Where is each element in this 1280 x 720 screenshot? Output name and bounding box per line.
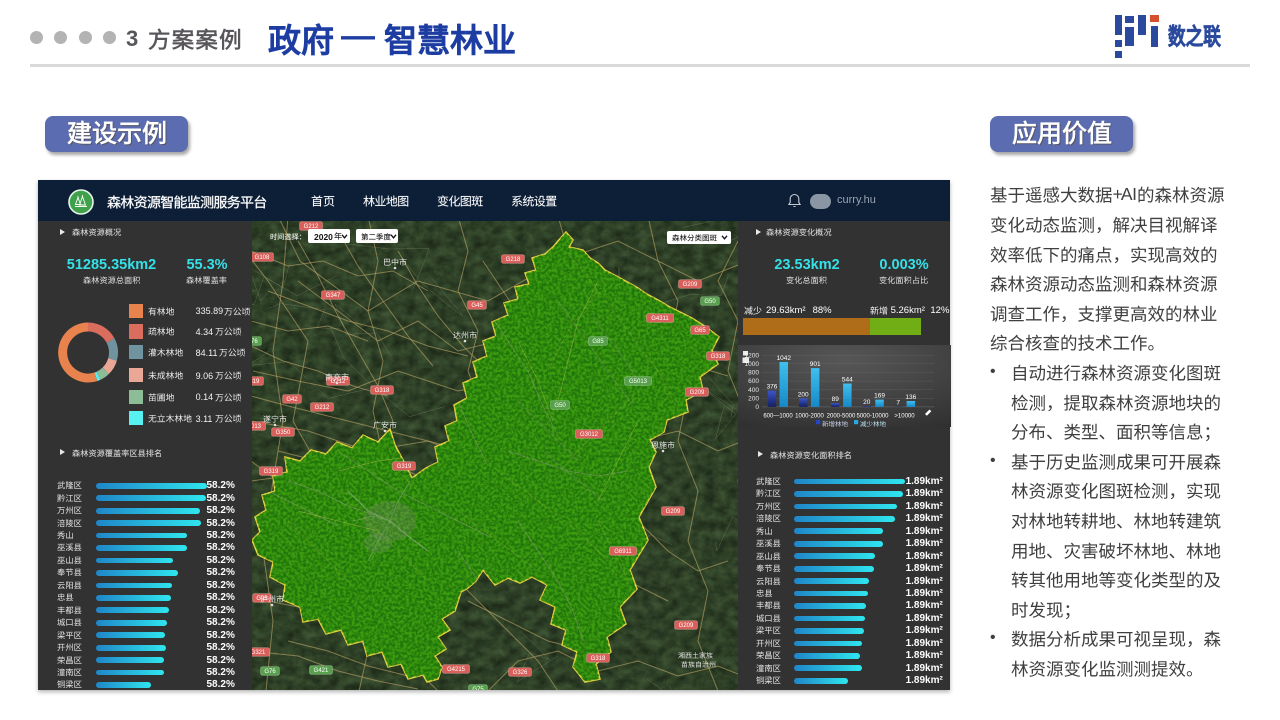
svg-text:G3012: G3012 bbox=[580, 432, 599, 438]
svg-text:G76: G76 bbox=[264, 669, 276, 675]
svg-text:1000-2000: 1000-2000 bbox=[795, 414, 824, 420]
svg-text:G212: G212 bbox=[315, 405, 330, 411]
svg-text:5000-10000: 5000-10000 bbox=[856, 414, 889, 420]
svg-text:G45: G45 bbox=[471, 303, 483, 309]
svg-text:G218: G218 bbox=[506, 257, 521, 263]
svg-text:1042: 1042 bbox=[777, 355, 792, 362]
svg-text:G319: G319 bbox=[264, 469, 279, 475]
svg-text:G4215: G4215 bbox=[447, 667, 466, 673]
svg-text:G75: G75 bbox=[472, 687, 484, 690]
svg-text:G65: G65 bbox=[694, 328, 706, 334]
svg-text:600: 600 bbox=[748, 378, 759, 385]
svg-text:G318: G318 bbox=[375, 388, 390, 394]
svg-text:2000-5000: 2000-5000 bbox=[827, 414, 856, 420]
svg-text:400: 400 bbox=[748, 387, 759, 394]
svg-text:G209: G209 bbox=[666, 509, 681, 515]
svg-text:G318: G318 bbox=[591, 656, 606, 662]
svg-text:901: 901 bbox=[810, 361, 821, 368]
svg-text:G93: G93 bbox=[256, 596, 268, 602]
svg-text:376: 376 bbox=[767, 384, 778, 391]
svg-text:G85: G85 bbox=[592, 339, 604, 345]
svg-text:7: 7 bbox=[896, 400, 900, 407]
svg-text:200: 200 bbox=[748, 396, 759, 403]
svg-text:89: 89 bbox=[832, 396, 840, 403]
svg-text:G4311: G4311 bbox=[651, 316, 669, 322]
svg-text:600—1000: 600—1000 bbox=[763, 414, 793, 420]
svg-text:>10000: >10000 bbox=[894, 414, 915, 420]
svg-text:G319: G319 bbox=[397, 464, 412, 470]
svg-text:G6911: G6911 bbox=[614, 549, 632, 555]
svg-text:G209: G209 bbox=[679, 623, 694, 629]
svg-text:200: 200 bbox=[798, 391, 809, 398]
svg-text:G209: G209 bbox=[683, 282, 698, 288]
svg-text:169: 169 bbox=[874, 393, 885, 400]
svg-text:G209: G209 bbox=[690, 390, 705, 396]
svg-text:G42: G42 bbox=[286, 397, 298, 403]
svg-text:136: 136 bbox=[905, 394, 916, 401]
svg-text:G50: G50 bbox=[704, 299, 716, 305]
svg-text:G326: G326 bbox=[513, 670, 528, 676]
svg-text:0: 0 bbox=[755, 404, 759, 411]
svg-text:G421: G421 bbox=[314, 668, 329, 674]
svg-text:G321: G321 bbox=[251, 650, 266, 656]
svg-text:800: 800 bbox=[748, 370, 759, 377]
svg-text:G347: G347 bbox=[326, 293, 341, 299]
svg-text:G50: G50 bbox=[554, 403, 566, 409]
svg-text:20: 20 bbox=[863, 399, 871, 406]
svg-text:544: 544 bbox=[842, 377, 853, 384]
svg-text:G108: G108 bbox=[255, 255, 270, 261]
svg-text:G350: G350 bbox=[276, 430, 291, 436]
svg-text:G5013: G5013 bbox=[629, 379, 648, 385]
svg-text:G318: G318 bbox=[711, 354, 726, 360]
